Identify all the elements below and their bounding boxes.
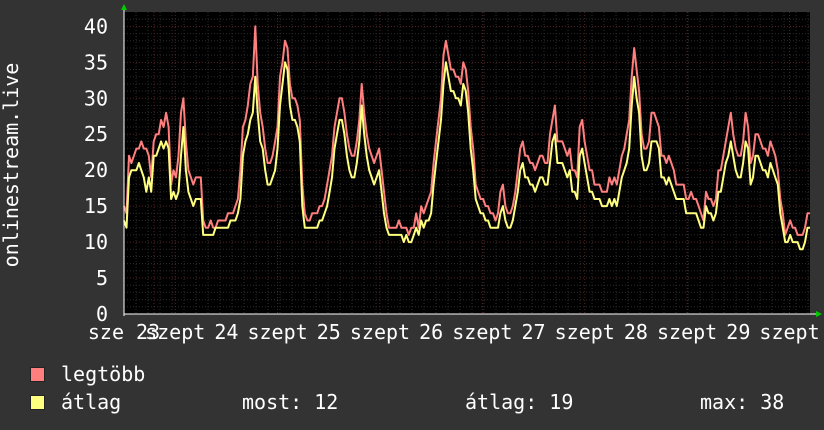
x-tick-label: 28 [624, 320, 648, 344]
x-tick-label: szept [759, 320, 819, 344]
chart-frame: 0 5 10 15 20 25 30 35 40 sze 23 szept 24 szept 25 szep… [0, 0, 824, 430]
legend-item-legtobb: legtöbb [30, 363, 145, 385]
stat-average: átlag: 19 [465, 390, 574, 414]
y-tick-label: 15 [84, 194, 108, 218]
y-axis-arrow [121, 4, 127, 10]
x-axis-arrow [816, 311, 822, 317]
y-tick-label: 30 [84, 86, 108, 110]
y-tick-label: 5 [96, 266, 108, 290]
x-tick-label: 27 [522, 320, 546, 344]
y-axis-label: onlinestream.live [0, 63, 23, 268]
x-tick-label: szept [657, 320, 717, 344]
x-tick-label: 26 [419, 320, 443, 344]
x-tick-label: 25 [317, 320, 341, 344]
y-tick-label: 10 [84, 230, 108, 254]
legend-item-atlag: átlag [30, 391, 121, 413]
y-tick-label: 20 [84, 158, 108, 182]
x-tick-label: szept [247, 320, 307, 344]
x-tick-label: szept [452, 320, 512, 344]
y-tick-label: 35 [84, 50, 108, 74]
x-tick-label: 24 [214, 320, 238, 344]
x-tick-label: szept [555, 320, 615, 344]
legend-label-atlag: átlag [61, 390, 122, 414]
legend-swatch-atlag [30, 394, 45, 410]
x-tick-label: 29 [726, 320, 750, 344]
stat-maximum: max: 38 [700, 390, 785, 414]
x-tick-label: szept [145, 320, 205, 344]
y-tick-label: 40 [84, 14, 108, 38]
x-tick-label: szept [350, 320, 410, 344]
y-tick-label: 25 [84, 122, 108, 146]
stat-current: most: 12 [242, 390, 339, 414]
legend-swatch-legtobb [30, 366, 45, 382]
legend-label-legtobb: legtöbb [61, 362, 146, 386]
